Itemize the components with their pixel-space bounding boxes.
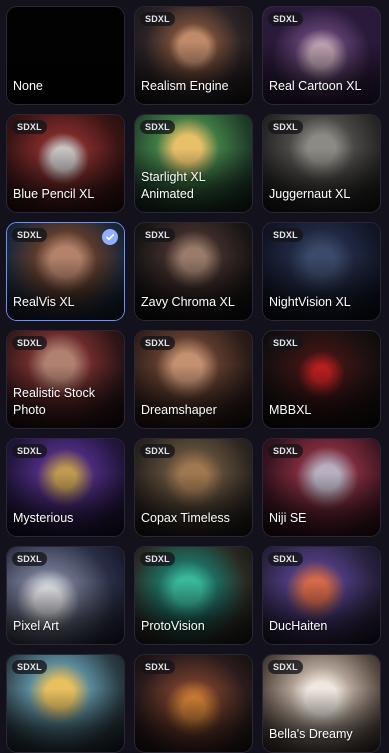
model-label: NightVision XL [269, 295, 351, 309]
model-card-bella[interactable]: SDXL Bella's Dreamy [262, 654, 381, 753]
model-card-niji[interactable]: SDXL Niji SE [262, 438, 381, 537]
check-icon [102, 229, 118, 245]
sdxl-badge: SDXL [268, 552, 303, 566]
sdxl-badge: SDXL [140, 120, 175, 134]
sdxl-badge: SDXL [140, 12, 175, 26]
sdxl-badge: SDXL [12, 444, 47, 458]
model-label: Zavy Chroma XL [141, 295, 235, 309]
sdxl-badge: SDXL [140, 228, 175, 242]
model-label: Mysterious [13, 511, 74, 525]
sdxl-badge: SDXL [140, 336, 175, 350]
model-card-juggernaut[interactable]: SDXL Juggernaut XL [262, 114, 381, 213]
model-label: Starlight XL Animated [141, 170, 206, 201]
model-label: Dreamshaper [141, 403, 217, 417]
model-card-stock[interactable]: SDXL Realistic Stock Photo [6, 330, 125, 429]
sdxl-badge: SDXL [12, 336, 47, 350]
model-label: Juggernaut XL [269, 187, 351, 201]
model-card-starlight[interactable]: SDXL Starlight XL Animated [134, 114, 253, 213]
sdxl-badge: SDXL [268, 120, 303, 134]
model-card-bluepencil[interactable]: SDXL Blue Pencil XL [6, 114, 125, 213]
model-card-mbbxl[interactable]: SDXL MBBXL [262, 330, 381, 429]
model-label: Bella's Dreamy [269, 727, 353, 741]
model-label: Pixel Art [13, 619, 59, 633]
model-card-realism[interactable]: SDXL Realism Engine [134, 6, 253, 105]
sdxl-badge: SDXL [268, 660, 303, 674]
model-card-dreamshaper[interactable]: SDXL Dreamshaper [134, 330, 253, 429]
model-label: Copax Timeless [141, 511, 230, 525]
sdxl-badge: SDXL [140, 552, 175, 566]
sdxl-badge: SDXL [268, 336, 303, 350]
model-card-mysterious[interactable]: SDXL Mysterious [6, 438, 125, 537]
model-card-row7a[interactable]: SDXL [6, 654, 125, 753]
model-label: Real Cartoon XL [269, 79, 362, 93]
model-label: RealVis XL [13, 295, 75, 309]
model-label: Niji SE [269, 511, 307, 525]
model-card-none[interactable]: None [6, 6, 125, 105]
model-label: Blue Pencil XL [13, 187, 95, 201]
sdxl-badge: SDXL [140, 660, 175, 674]
sdxl-badge: SDXL [12, 120, 47, 134]
model-label: Realistic Stock Photo [13, 386, 95, 417]
model-label: DucHaiten [269, 619, 328, 633]
sdxl-badge: SDXL [12, 228, 47, 242]
model-card-cartoon[interactable]: SDXL Real Cartoon XL [262, 6, 381, 105]
model-label: MBBXL [269, 403, 312, 417]
model-label: None [13, 79, 43, 93]
model-card-nightvision[interactable]: SDXL NightVision XL [262, 222, 381, 321]
model-label: Realism Engine [141, 79, 229, 93]
model-label: ProtoVision [141, 619, 205, 633]
model-card-realvis[interactable]: SDXL RealVis XL [6, 222, 125, 321]
sdxl-badge: SDXL [12, 660, 47, 674]
model-card-zavy[interactable]: SDXL Zavy Chroma XL [134, 222, 253, 321]
sdxl-badge: SDXL [12, 552, 47, 566]
model-grid: None SDXL Realism Engine SDXL Real Cartoon X… [6, 6, 384, 753]
sdxl-badge: SDXL [268, 444, 303, 458]
sdxl-badge: SDXL [140, 444, 175, 458]
model-card-protovision[interactable]: SDXL ProtoVision [134, 546, 253, 645]
sdxl-badge: SDXL [268, 228, 303, 242]
model-card-row7b[interactable]: SDXL [134, 654, 253, 753]
model-card-copax[interactable]: SDXL Copax Timeless [134, 438, 253, 537]
model-card-pixel[interactable]: SDXL Pixel Art [6, 546, 125, 645]
model-card-duchaiten[interactable]: SDXL DucHaiten [262, 546, 381, 645]
sdxl-badge: SDXL [268, 12, 303, 26]
